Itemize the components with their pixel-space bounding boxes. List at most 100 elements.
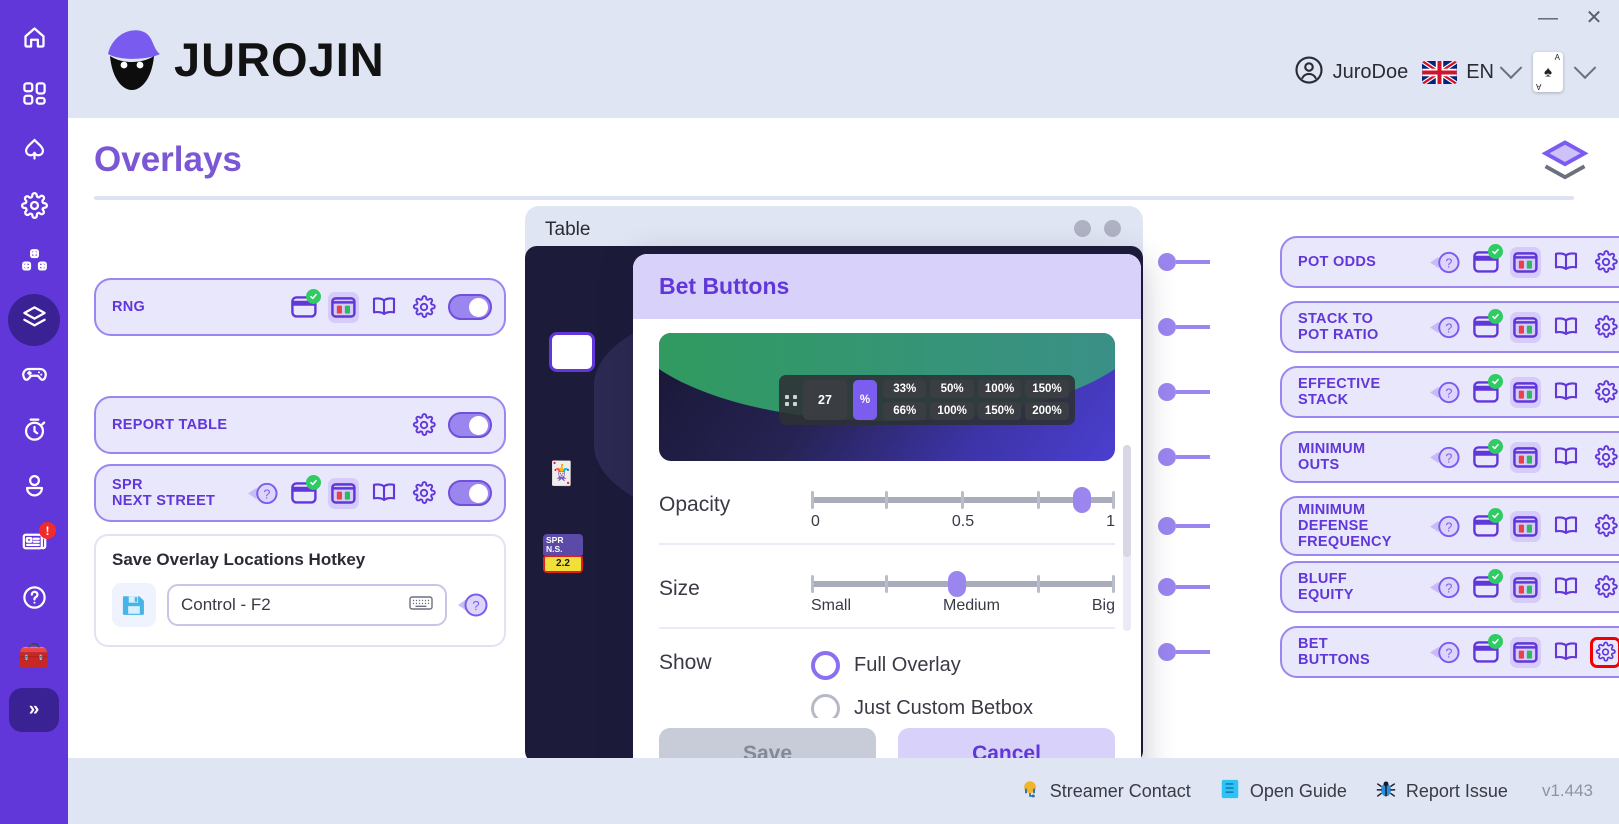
size-slider[interactable]: Small Medium Big <box>811 563 1115 615</box>
show-option-1[interactable]: Full Overlay <box>811 651 1115 680</box>
enable-toggle[interactable] <box>448 294 492 320</box>
close-button[interactable]: ✕ <box>1583 8 1605 28</box>
guide-book-icon[interactable] <box>1550 377 1581 408</box>
sidebar-item-settings[interactable] <box>8 182 60 234</box>
overlay-card-effective-stack[interactable]: EFFECTIVE STACK? <box>1280 366 1619 418</box>
overlay-card-spr-next-street[interactable]: SPR NEXT STREET? <box>94 464 506 522</box>
colors-icon[interactable] <box>1510 571 1541 603</box>
help-icon[interactable]: ? <box>1430 377 1461 408</box>
colors-icon[interactable] <box>1510 510 1541 542</box>
betbox-size-cell[interactable]: 33% <box>883 380 927 398</box>
window-position-icon[interactable] <box>1470 438 1503 473</box>
settings-gear-icon[interactable] <box>1590 442 1619 473</box>
window-position-icon[interactable] <box>288 474 321 509</box>
hotkey-help-icon[interactable]: ? <box>458 590 488 620</box>
settings-gear-icon[interactable] <box>1590 572 1619 603</box>
overlay-card-minimum-defense-frequency[interactable]: MINIMUM DEFENSE FREQUENCY? <box>1280 496 1619 556</box>
betbox-size-cell[interactable]: 50% <box>930 380 974 398</box>
user-menu[interactable]: JuroDoe <box>1294 55 1408 90</box>
window-position-icon[interactable] <box>288 288 321 323</box>
overlay-card-report-table[interactable]: REPORT TABLE <box>94 396 506 454</box>
overlay-card-pot-odds[interactable]: POT ODDS? <box>1280 236 1619 288</box>
sidebar-item-help[interactable] <box>8 574 60 626</box>
window-position-icon[interactable] <box>1470 308 1503 343</box>
guide-book-icon[interactable] <box>1550 511 1581 542</box>
settings-gear-icon[interactable] <box>408 292 439 323</box>
language-selector[interactable]: EN <box>1422 56 1523 84</box>
sidebar-item-games[interactable] <box>8 350 60 402</box>
colors-icon[interactable] <box>328 477 359 509</box>
sidebar-item-rewards[interactable]: 🧰 <box>8 630 60 682</box>
settings-gear-icon[interactable] <box>1590 247 1619 278</box>
colors-icon[interactable] <box>1510 376 1541 408</box>
guide-book-icon[interactable] <box>1550 572 1581 603</box>
overlay-card-bet-buttons[interactable]: BET BUTTONS? <box>1280 626 1619 678</box>
modal-scrollbar[interactable] <box>1123 445 1131 631</box>
minimize-button[interactable]: — <box>1537 8 1559 28</box>
settings-gear-icon[interactable] <box>1590 377 1619 408</box>
sidebar-item-positions[interactable] <box>8 238 60 290</box>
sidebar-item-timer[interactable] <box>8 406 60 458</box>
help-icon[interactable]: ? <box>1430 511 1461 542</box>
betbox-unit-toggle[interactable]: % <box>853 380 877 420</box>
brand-logo[interactable]: JUROJIN <box>92 20 385 98</box>
guide-book-icon[interactable] <box>1550 637 1581 668</box>
drag-grip-icon[interactable] <box>785 394 797 406</box>
overlay-card-stack-to-pot-ratio[interactable]: STACK TO POT RATIO? <box>1280 301 1619 353</box>
overlay-card-rng[interactable]: RNG <box>94 278 506 336</box>
colors-icon[interactable] <box>1510 246 1541 278</box>
opacity-track[interactable] <box>811 487 1115 513</box>
settings-gear-icon[interactable] <box>1590 636 1619 668</box>
window-position-icon[interactable] <box>1470 373 1503 408</box>
help-icon[interactable]: ? <box>1430 312 1461 343</box>
guide-book-icon[interactable] <box>368 292 399 323</box>
guide-book-icon[interactable] <box>1550 312 1581 343</box>
card-chevron-down-icon[interactable] <box>1573 56 1597 80</box>
colors-icon[interactable] <box>1510 311 1541 343</box>
enable-toggle[interactable] <box>448 480 492 506</box>
modal-scrollbar-thumb[interactable] <box>1123 445 1131 557</box>
sidebar-item-news[interactable]: ! <box>8 518 60 570</box>
help-icon[interactable]: ? <box>1430 572 1461 603</box>
betbox-size-cell[interactable]: 150% <box>1025 380 1069 398</box>
show-option-2[interactable]: Just Custom Betbox <box>811 694 1115 718</box>
help-icon[interactable]: ? <box>1430 442 1461 473</box>
betbox-size-cell[interactable]: 150% <box>977 402 1022 420</box>
status-link-report-issue[interactable]: Report Issue <box>1375 778 1508 805</box>
help-icon[interactable]: ? <box>248 478 279 509</box>
colors-icon[interactable] <box>328 291 359 323</box>
layers-page-icon[interactable] <box>1539 136 1591 188</box>
guide-book-icon[interactable] <box>368 478 399 509</box>
settings-gear-icon[interactable] <box>408 410 439 441</box>
help-icon[interactable]: ? <box>1430 247 1461 278</box>
card-selector[interactable]: A ♠ A <box>1533 52 1563 92</box>
radio-button[interactable] <box>811 651 840 680</box>
betbox-size-cell[interactable]: 100% <box>930 402 974 420</box>
opacity-thumb[interactable] <box>1072 487 1091 513</box>
sidebar-item-dashboard[interactable] <box>8 70 60 122</box>
size-track[interactable] <box>811 571 1115 597</box>
window-position-icon[interactable] <box>1470 633 1503 668</box>
window-position-icon[interactable] <box>1470 507 1503 542</box>
betbox-size-cell[interactable]: 200% <box>1025 402 1069 420</box>
help-icon[interactable]: ? <box>1430 637 1461 668</box>
overlay-card-bluff-equity[interactable]: BLUFF EQUITY? <box>1280 561 1619 613</box>
radio-button[interactable] <box>811 694 840 718</box>
sidebar-item-overlays[interactable] <box>8 294 60 346</box>
sidebar-expand-button[interactable]: » <box>9 688 59 732</box>
status-link-streamer-contact[interactable]: Streamer Contact <box>1019 778 1191 805</box>
window-position-icon[interactable] <box>1470 568 1503 603</box>
overlay-card-minimum-outs[interactable]: MINIMUM OUTS? <box>1280 431 1619 483</box>
opacity-slider[interactable]: 0 0.5 1 <box>811 479 1115 531</box>
betbox-size-cell[interactable]: 66% <box>883 402 927 420</box>
size-thumb[interactable] <box>947 571 966 597</box>
status-link-open-guide[interactable]: Open Guide <box>1219 778 1347 805</box>
window-position-icon[interactable] <box>1470 243 1503 278</box>
settings-gear-icon[interactable] <box>1590 312 1619 343</box>
settings-gear-icon[interactable] <box>408 478 439 509</box>
settings-gear-icon[interactable] <box>1590 511 1619 542</box>
sidebar-item-spade[interactable] <box>8 126 60 178</box>
betbox-size-cell[interactable]: 100% <box>977 380 1022 398</box>
colors-icon[interactable] <box>1510 636 1541 668</box>
enable-toggle[interactable] <box>448 412 492 438</box>
